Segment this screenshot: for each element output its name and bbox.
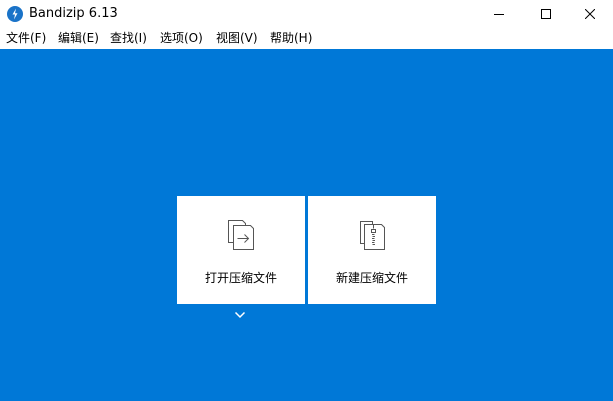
menu-find[interactable]: 查找(I) [109, 30, 148, 47]
menu-file[interactable]: 文件(F) [5, 30, 47, 47]
menu-help[interactable]: 帮助(H) [269, 30, 313, 47]
open-archive-icon [177, 218, 305, 252]
menu-options[interactable]: 选项(O) [159, 30, 204, 47]
new-archive-label: 新建压缩文件 [335, 271, 408, 285]
maximize-icon [541, 9, 551, 19]
close-icon [585, 9, 595, 19]
maximize-button[interactable] [523, 0, 569, 28]
menu-bar: 文件(F) 编辑(E) 查找(I) 选项(O) 视图(V) 帮助(H) [0, 28, 613, 49]
main-area: 打开压缩文件 新建压缩文件 [0, 49, 613, 401]
chevron-down-icon[interactable] [232, 309, 248, 321]
window-title: Bandizip 6.13 [29, 6, 118, 21]
open-archive-button[interactable]: 打开压缩文件 [177, 196, 305, 304]
minimize-button[interactable] [476, 0, 522, 28]
title-bar: Bandizip 6.13 [0, 0, 613, 28]
menu-view[interactable]: 视图(V) [215, 30, 259, 47]
menu-edit[interactable]: 编辑(E) [57, 30, 100, 47]
new-archive-icon [308, 218, 436, 252]
new-archive-button[interactable]: 新建压缩文件 [308, 196, 436, 304]
close-button[interactable] [567, 0, 613, 28]
bandizip-logo-icon [6, 5, 24, 23]
open-archive-label: 打开压缩文件 [204, 271, 277, 285]
minimize-icon [494, 14, 504, 15]
